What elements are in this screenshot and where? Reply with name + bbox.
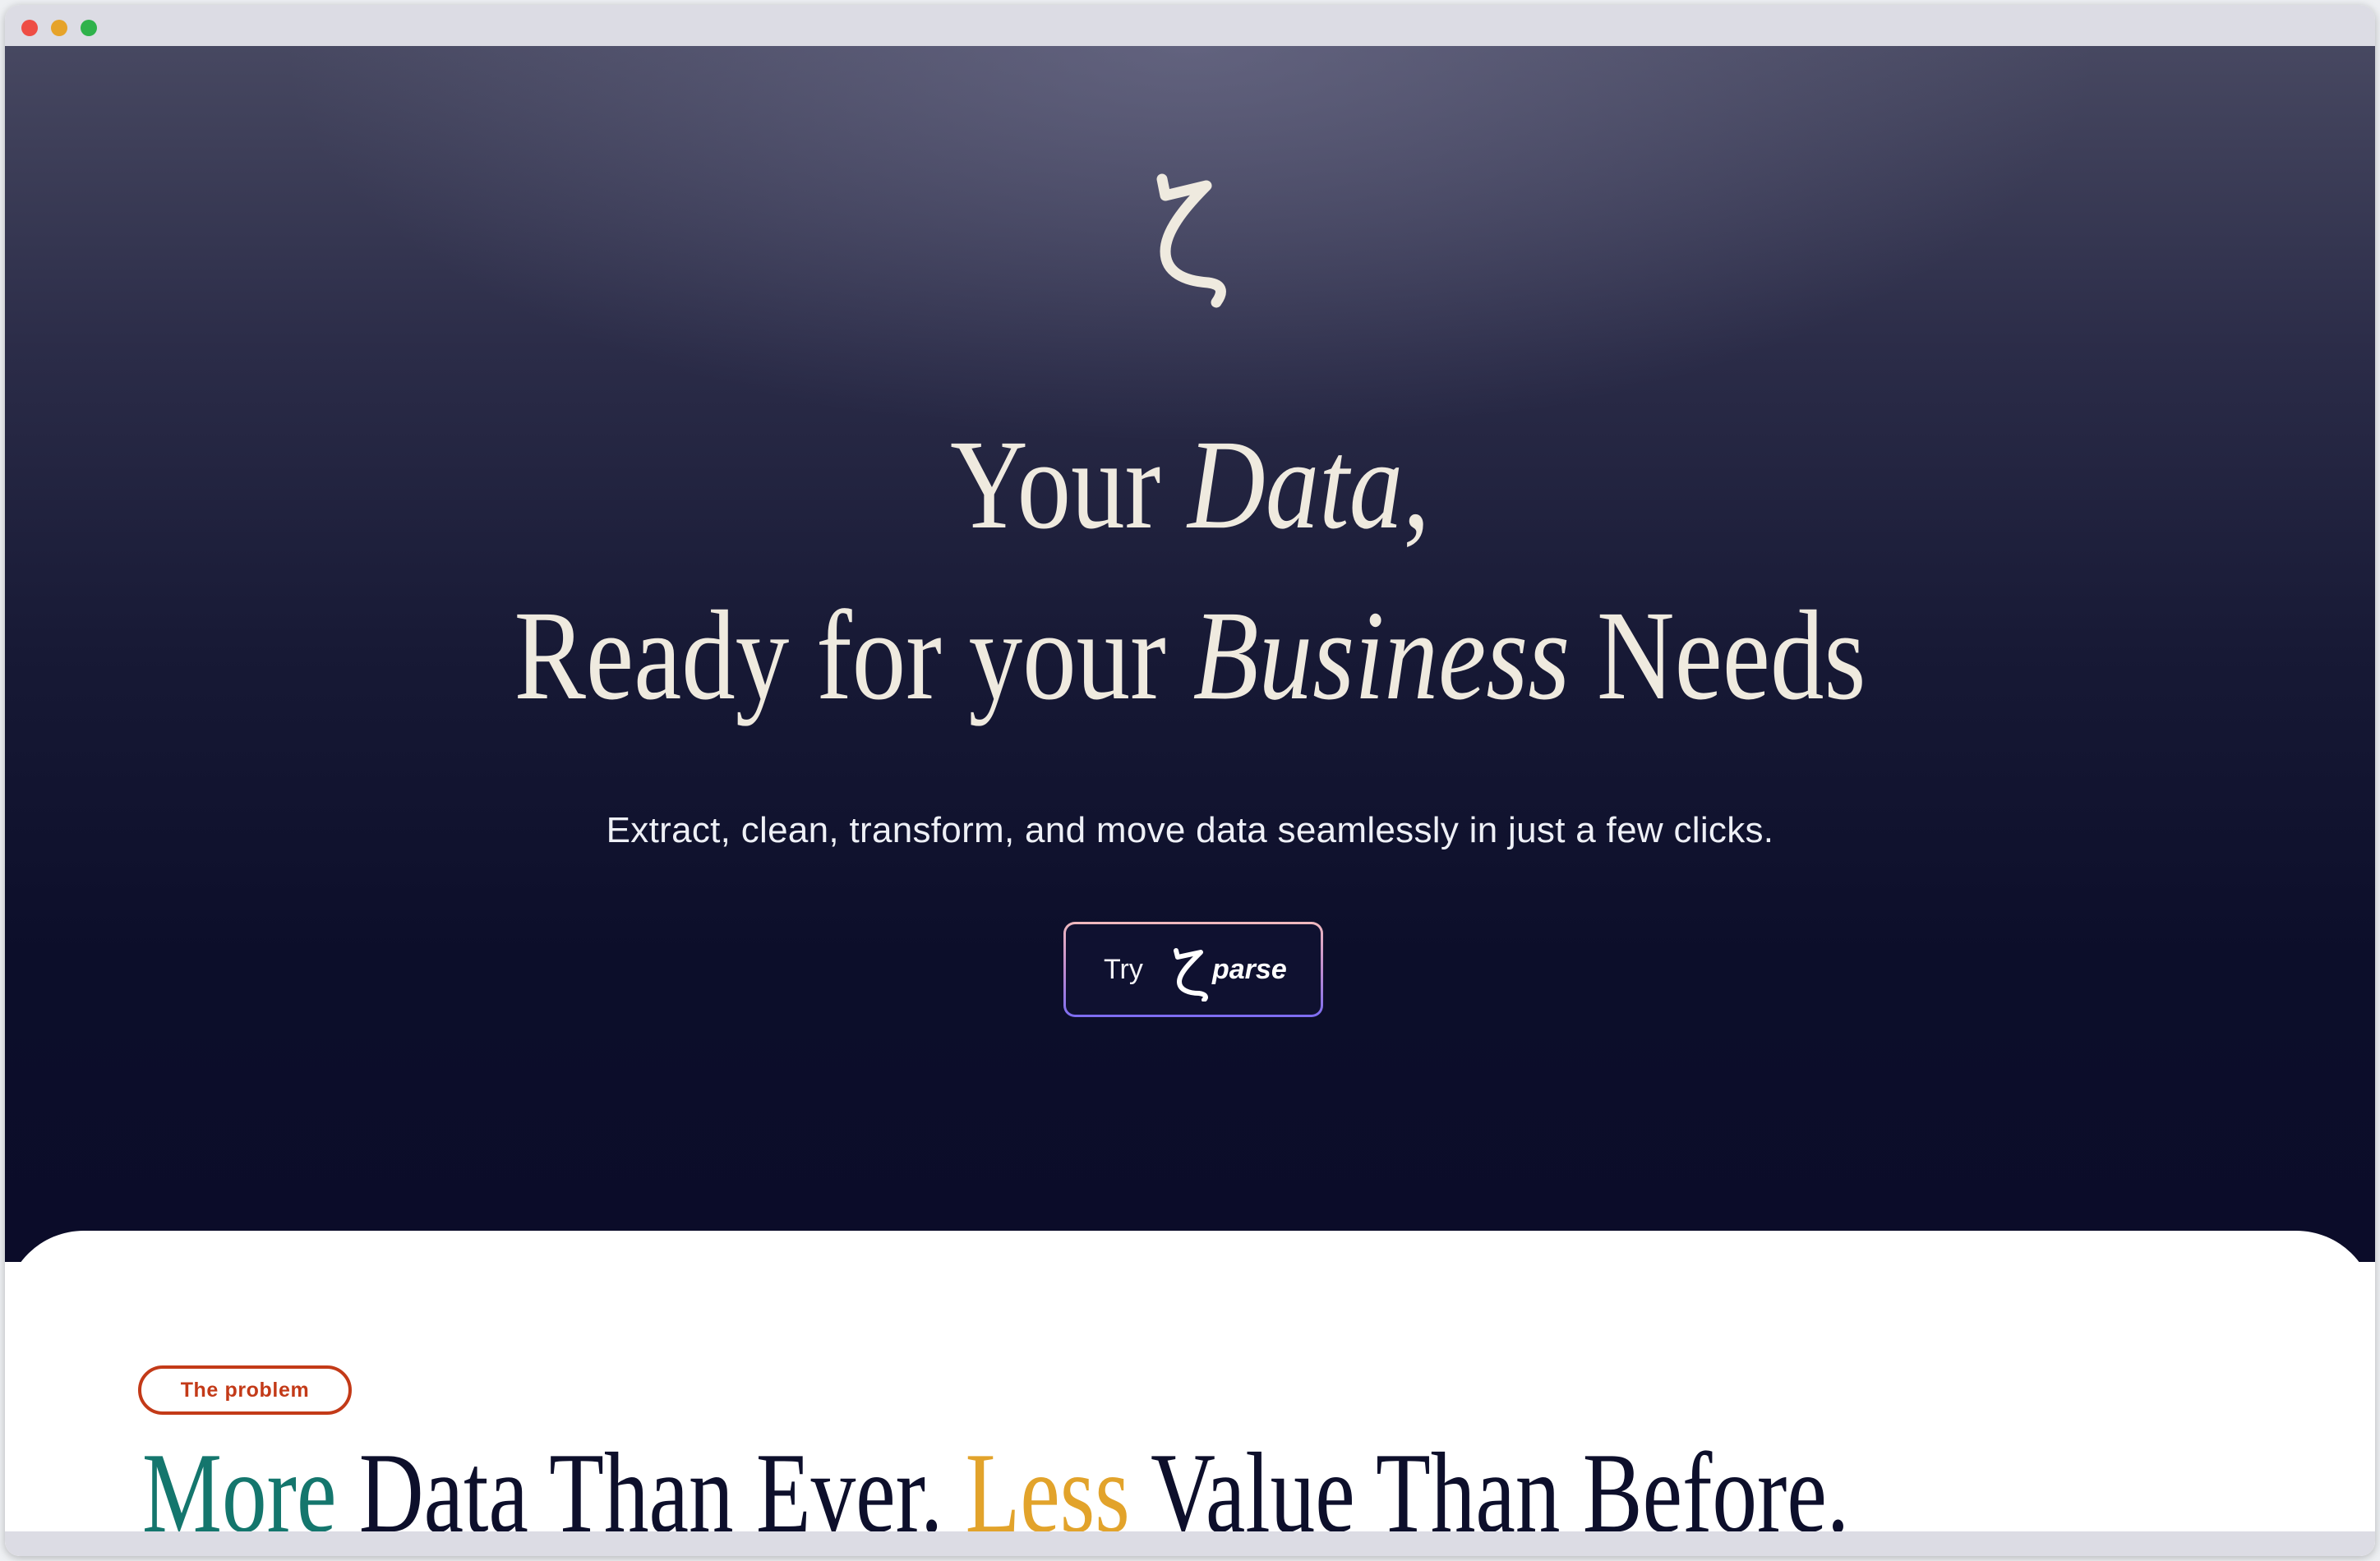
- headline-text: Your: [950, 413, 1188, 555]
- try-parse-button-body[interactable]: Try parse: [1066, 924, 1321, 1015]
- hero-headline-line-2: Ready for your Business Needs: [195, 592, 2186, 720]
- try-parse-button[interactable]: Try parse: [1063, 922, 1323, 1017]
- cta-product-label: parse: [1212, 954, 1287, 985]
- cta-try-label: Try: [1104, 954, 1143, 985]
- zeta-logo-icon: [1156, 173, 1226, 308]
- hero-section: Your Data, Ready for your Business Needs…: [5, 46, 2375, 1262]
- headline-emphasis: Data: [1188, 413, 1404, 555]
- minimize-window-button[interactable]: [51, 20, 67, 36]
- window-bottom-edge: [5, 1531, 2375, 1556]
- problem-badge: The problem: [138, 1365, 352, 1415]
- browser-window: Your Data, Ready for your Business Needs…: [5, 5, 2375, 1556]
- window-titlebar: [5, 5, 2375, 46]
- hero-subtitle: Extract, clean, transform, and move data…: [606, 810, 1774, 850]
- problem-section: The problem More Data Than Ever. Less Va…: [5, 1231, 2375, 1556]
- hero-headline-line-1: Your Data,: [195, 421, 2186, 549]
- headline-text: ,: [1403, 413, 1430, 555]
- close-window-button[interactable]: [21, 20, 38, 36]
- maximize-window-button[interactable]: [81, 20, 97, 36]
- headline-text: Ready for your: [514, 584, 1193, 726]
- headline-text: Needs: [1570, 584, 1866, 726]
- zeta-logo-icon: [1174, 948, 1208, 1002]
- headline-emphasis: Business: [1192, 584, 1571, 726]
